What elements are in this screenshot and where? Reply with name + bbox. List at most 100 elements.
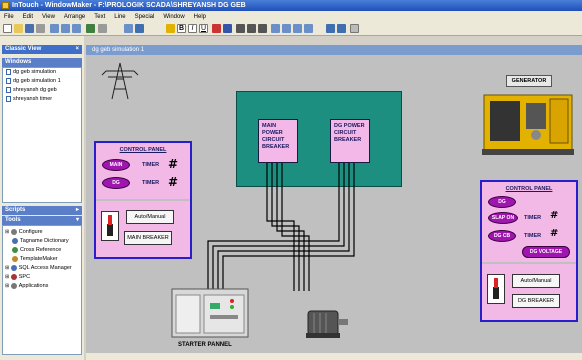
left-panel-indicators: CONTROL PANEL MAIN TIMER # DG TIMER #: [96, 143, 190, 199]
left-pane: Classic View × Windows dg geb simulation…: [0, 36, 84, 360]
reference-icon: [12, 246, 18, 253]
italic-icon[interactable]: I: [188, 24, 197, 33]
bold-icon[interactable]: B: [177, 24, 186, 33]
chart-icon: [10, 273, 17, 280]
template-icon: [12, 255, 18, 262]
paste-icon[interactable]: [72, 24, 81, 33]
motor-icon: [306, 310, 348, 338]
menu-file[interactable]: File: [4, 14, 14, 20]
generator-icon: [482, 94, 574, 155]
group-icon[interactable]: [282, 24, 291, 33]
switch-handle-icon: [107, 215, 113, 236]
menu-arrange[interactable]: Arrange: [64, 14, 85, 20]
menu-bar: File Edit View Arrange Text Line Special…: [0, 11, 582, 22]
toolbar: B I U: [0, 22, 582, 36]
right-panel-indicators: CONTROL PANEL DG SLAP ON TIMER # DG CB T…: [482, 182, 576, 262]
dg-breaker-button[interactable]: DG BREAKER: [512, 294, 560, 308]
list-item[interactable]: shreyansh dg geb: [3, 86, 81, 95]
timer-label: TIMER: [142, 180, 160, 186]
left-control-panel: CONTROL PANEL MAIN TIMER # DG TIMER # Au…: [94, 141, 192, 259]
document-title-bar[interactable]: dg geb simulation 1: [86, 45, 582, 55]
list-item[interactable]: dg geb simulation 1: [3, 77, 81, 86]
list-item[interactable]: dg geb simulation: [3, 68, 81, 77]
right-panel-controls: Auto/Manual DG BREAKER: [482, 264, 576, 320]
windows-list: dg geb simulation dg geb simulation 1 sh…: [2, 67, 82, 203]
ungroup-icon[interactable]: [293, 24, 302, 33]
grid-icon[interactable]: [326, 24, 335, 33]
scripts-header[interactable]: Scripts ▸: [2, 206, 82, 215]
timer-label: TIMER: [524, 233, 542, 239]
auto-manual-button[interactable]: Auto/Manual: [512, 274, 560, 288]
dg-cb-indicator[interactable]: DG CB: [488, 230, 516, 242]
tree-item-configure[interactable]: ⊞ Configure: [3, 228, 81, 237]
menu-help[interactable]: Help: [194, 14, 206, 20]
starter-panel-icon: [171, 288, 249, 338]
dg-voltage-indicator[interactable]: DG VOLTAGE: [522, 246, 570, 258]
copy-icon[interactable]: [61, 24, 70, 33]
toggle-switch[interactable]: [101, 211, 119, 241]
windows-header[interactable]: Windows: [2, 58, 82, 67]
dg-indicator[interactable]: DG: [102, 177, 130, 189]
tree-item-applications[interactable]: ⊞ Applications: [3, 282, 81, 291]
menu-text[interactable]: Text: [94, 14, 105, 20]
timer-label: TIMER: [142, 162, 160, 168]
window-icon: [6, 86, 11, 93]
align-left-icon[interactable]: [236, 24, 245, 33]
align-right-icon[interactable]: [258, 24, 267, 33]
undo-icon[interactable]: [86, 24, 95, 33]
tools-title: Tools: [5, 217, 21, 223]
menu-view[interactable]: View: [42, 14, 55, 20]
window-icon[interactable]: [124, 24, 133, 33]
font-size-icon[interactable]: [350, 24, 359, 33]
list-item[interactable]: shreyansh timer: [3, 95, 81, 104]
applications-icon: [10, 282, 17, 289]
tree-item-sql[interactable]: ⊞ SQL Access Manager: [3, 264, 81, 273]
tools-tree: ⊞ Configure Tagname Dictionary Cross Ref…: [2, 225, 82, 355]
align-center-icon[interactable]: [247, 24, 256, 33]
snap-icon[interactable]: [337, 24, 346, 33]
dg-indicator[interactable]: DG: [488, 196, 516, 208]
timer-value: #: [168, 175, 179, 189]
menu-edit[interactable]: Edit: [23, 14, 33, 20]
right-control-panel: CONTROL PANEL DG SLAP ON TIMER # DG CB T…: [480, 180, 578, 322]
arrange-icon[interactable]: [271, 24, 280, 33]
tree-item-tagname[interactable]: Tagname Dictionary: [3, 237, 81, 246]
runtime-icon[interactable]: [135, 24, 144, 33]
document-title: dg geb simulation 1: [92, 47, 145, 53]
new-icon[interactable]: [3, 24, 12, 33]
menu-special[interactable]: Special: [135, 14, 155, 20]
window-icon: [6, 68, 11, 75]
windows-title: Windows: [5, 59, 32, 65]
slap-on-indicator[interactable]: SLAP ON: [488, 212, 518, 224]
main-breaker-button[interactable]: MAIN BREAKER: [124, 231, 172, 245]
menu-line[interactable]: Line: [114, 14, 125, 20]
layer-icon[interactable]: [304, 24, 313, 33]
chevron-right-icon: ▸: [75, 207, 79, 213]
line-color-icon[interactable]: [223, 24, 232, 33]
zoom-icon[interactable]: [98, 24, 107, 33]
close-icon[interactable]: ×: [75, 45, 79, 54]
tree-item-cross-reference[interactable]: Cross Reference: [3, 246, 81, 255]
underline-icon[interactable]: U: [199, 24, 208, 33]
cut-icon[interactable]: [50, 24, 59, 33]
tools-header[interactable]: Tools ▾: [2, 216, 82, 225]
timer-label: TIMER: [524, 215, 542, 221]
highlight-icon[interactable]: [166, 24, 175, 33]
drawing-canvas[interactable]: MAIN POWER CIRCUIT BREAKER DG POWER CIRC…: [86, 55, 582, 353]
auto-manual-button[interactable]: Auto/Manual: [126, 210, 174, 224]
classic-view-header: Classic View ×: [2, 45, 82, 54]
toggle-switch[interactable]: [487, 274, 505, 304]
main-indicator[interactable]: MAIN: [102, 159, 130, 171]
open-folder-icon[interactable]: [14, 24, 23, 33]
tree-item-spc[interactable]: ⊞ SPC: [3, 273, 81, 282]
menu-window[interactable]: Window: [163, 14, 184, 20]
save-icon[interactable]: [25, 24, 34, 33]
generator-label: GENERATOR: [506, 75, 552, 87]
database-icon: [10, 264, 17, 271]
tag-icon: [12, 237, 18, 244]
print-icon[interactable]: [36, 24, 45, 33]
window-icon: [6, 95, 11, 102]
fill-color-icon[interactable]: [212, 24, 221, 33]
tree-item-templatemaker[interactable]: TemplateMaker: [3, 255, 81, 264]
timer-value: #: [168, 157, 179, 171]
